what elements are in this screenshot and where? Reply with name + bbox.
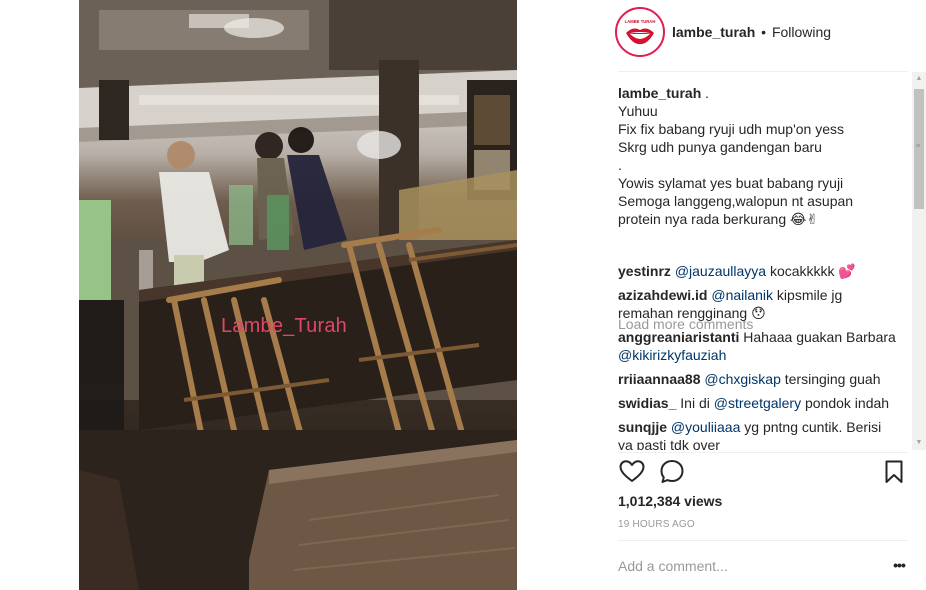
following-button[interactable]: Following — [772, 24, 831, 40]
comment-input-divider — [618, 540, 908, 541]
comments-list[interactable]: lambe_turah . Yuhuu Fix fix babang ryuji… — [618, 80, 908, 450]
comment-text: kocakkkkk 💕 — [766, 263, 856, 279]
post-timestamp[interactable]: 19 HOURS AGO — [618, 519, 695, 530]
comment-mention[interactable]: @youliiaaa — [671, 419, 740, 435]
comment-text: Hahaaa guakan Barbara — [739, 329, 896, 345]
caption-line: Skrg udh punya gandengan baru — [618, 139, 822, 155]
comment: swidias_ Ini di @streetgalery pondok ind… — [618, 394, 889, 412]
comment-username[interactable]: sunqjje — [618, 419, 667, 435]
comment: yestinrz @jauzaullayya kocakkkkk 💕 — [618, 262, 856, 280]
scrollbar-grip-icon: ≡ — [916, 143, 921, 150]
comments-scrollbar[interactable]: ▲ ≡ ▼ — [912, 72, 926, 450]
caption-line: protein nya rada berkurang 😂✌ — [618, 211, 819, 227]
scroll-up-arrow-icon[interactable]: ▲ — [912, 72, 926, 86]
video-watermark: Lambe_Turah — [221, 315, 347, 337]
caption-line: . — [618, 157, 622, 173]
caption-first-line: lambe_turah . — [618, 84, 853, 102]
comment-button[interactable] — [658, 458, 686, 486]
comment: anggreaniaristanti Hahaaa guakan Barbara… — [618, 328, 896, 364]
comment-mention[interactable]: @kikirizkyfauziah — [618, 347, 726, 363]
svg-text:LAMBE TURAH: LAMBE TURAH — [625, 19, 656, 24]
caption-line: . — [705, 85, 710, 101]
comment: sunqjje @youliiaaa yg pntng cuntik. Beri… — [618, 418, 881, 450]
comment-username[interactable]: anggreaniaristanti — [618, 329, 739, 345]
header-text: lambe_turah • Following — [672, 24, 831, 40]
caption-line: Yowis sylamat yes buat babang ryuji — [618, 175, 844, 191]
comment-text: tersinging guah — [780, 371, 881, 387]
actions-divider — [618, 452, 908, 453]
save-button[interactable] — [880, 458, 908, 486]
heart-icon — [619, 460, 645, 482]
comment-text: Ini di — [676, 395, 714, 411]
caption-line: Fix fix babang ryuji udh mup'on yess — [618, 121, 845, 137]
like-button[interactable] — [618, 458, 646, 486]
add-comment-input[interactable] — [618, 552, 868, 580]
comment-mention[interactable]: @jauzaullayya — [675, 263, 766, 279]
profile-avatar[interactable]: LAMBE TURAH — [615, 7, 665, 57]
header-separator: • — [761, 24, 767, 40]
comment-username[interactable]: yestinrz — [618, 263, 671, 279]
comment: rriiaannaa88 @chxgiskap tersinging guah — [618, 370, 881, 388]
comment-mention[interactable]: @streetgalery — [714, 395, 801, 411]
comment-mention[interactable]: @chxgiskap — [704, 371, 780, 387]
post-caption: lambe_turah . Yuhuu Fix fix babang ryuji… — [618, 84, 853, 228]
scrollbar-thumb[interactable]: ≡ — [914, 89, 924, 209]
comment-text: yg pntng cuntik. Berisi — [740, 419, 882, 435]
comment-text: remahan rengginang 😯 — [618, 305, 766, 321]
bookmark-icon — [885, 460, 903, 483]
scroll-down-arrow-icon[interactable]: ▼ — [912, 436, 926, 450]
more-options-button[interactable]: ••• — [890, 556, 908, 574]
comment-text: pondok indah — [801, 395, 890, 411]
view-count[interactable]: 1,012,384 views — [618, 493, 722, 509]
comment-mention[interactable]: @nailanik — [711, 287, 773, 303]
caption-username[interactable]: lambe_turah — [618, 85, 701, 101]
post-header: LAMBE TURAH lambe_turah • Following — [615, 0, 926, 66]
header-divider — [618, 71, 908, 72]
header-username[interactable]: lambe_turah — [672, 24, 755, 40]
comment-username[interactable]: swidias_ — [618, 395, 676, 411]
comment: azizahdewi.id @nailanik kipsmile jg rema… — [618, 286, 842, 322]
lips-logo-icon: LAMBE TURAH — [625, 19, 656, 45]
comment-username[interactable]: azizahdewi.id — [618, 287, 707, 303]
avatar-logo: LAMBE TURAH — [620, 12, 660, 52]
comment-text: kipsmile jg — [773, 287, 843, 303]
comment-username[interactable]: rriiaannaa88 — [618, 371, 701, 387]
post-actions — [618, 458, 908, 486]
caption-line: Yuhuu — [618, 103, 658, 119]
comment-text: ya pasti tdk over — [618, 437, 720, 450]
comment-icon — [660, 460, 684, 483]
video-frame-scene — [79, 0, 517, 590]
caption-line: Semoga langgeng,walopun nt asupan — [618, 193, 854, 209]
post-video[interactable]: Lambe_Turah — [79, 0, 517, 590]
